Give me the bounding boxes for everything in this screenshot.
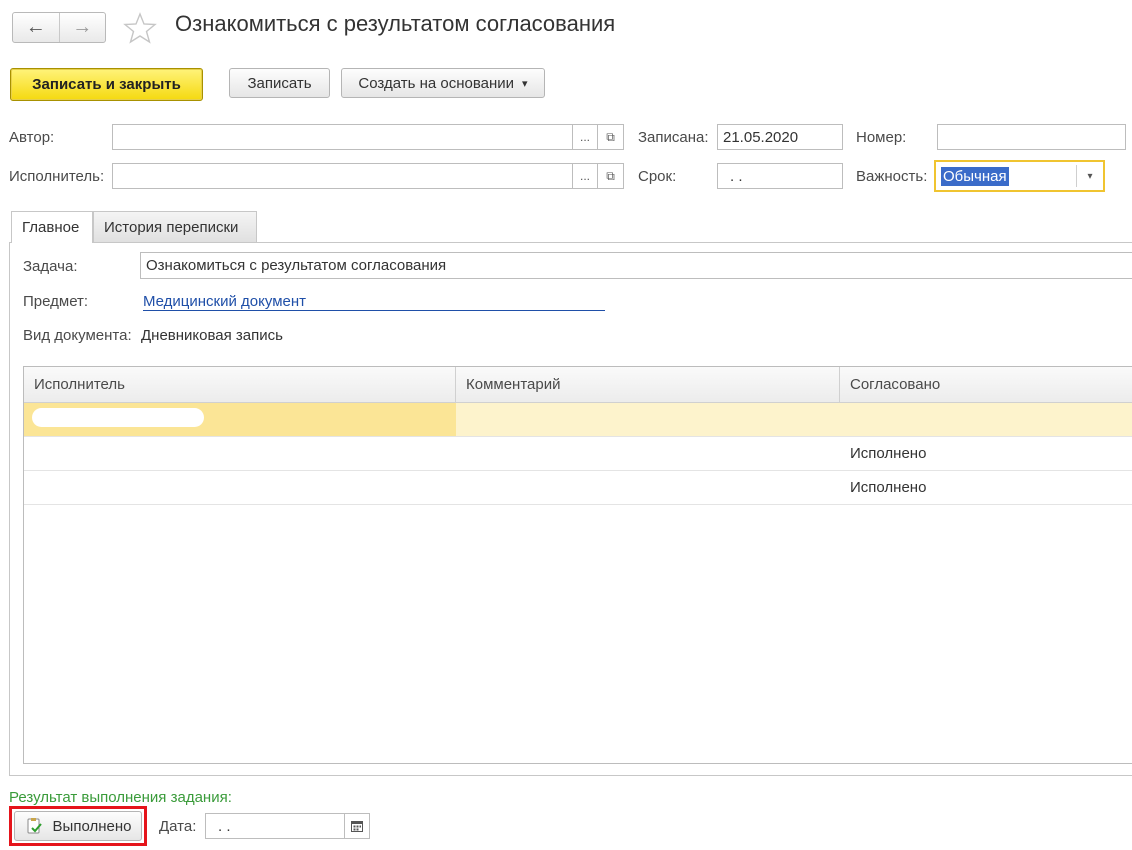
done-button[interactable]: Выполнено	[14, 811, 142, 841]
deadline-label: Срок:	[638, 168, 677, 185]
cell-agreed: Исполнено	[850, 479, 927, 496]
executor-open-icon[interactable]: ⧉	[598, 163, 624, 189]
save-button[interactable]: Записать	[229, 68, 330, 98]
table-row[interactable]: Исполнено	[24, 471, 1132, 505]
recorded-date-field[interactable]: 21.05.2020	[717, 124, 843, 150]
cell-executor	[24, 471, 456, 504]
executor-select-button[interactable]: ...	[572, 163, 598, 189]
cell-executor	[24, 403, 456, 436]
subject-label: Предмет:	[23, 293, 89, 310]
doctype-label: Вид документа:	[23, 327, 132, 344]
author-select-button[interactable]: ...	[572, 124, 598, 150]
subject-link[interactable]: Медицинский документ	[143, 293, 306, 310]
executor-field[interactable]	[112, 163, 573, 189]
column-header-comment[interactable]: Комментарий	[456, 367, 840, 402]
number-field[interactable]	[937, 124, 1126, 150]
deadline-field[interactable]: . .	[717, 163, 843, 189]
arrow-left-icon: ←	[25, 16, 46, 38]
executors-table: Исполнитель Комментарий Согласовано Испо…	[23, 366, 1132, 764]
cell-agreed: Исполнено	[850, 445, 927, 462]
column-header-agreed[interactable]: Согласовано	[840, 367, 1132, 402]
importance-select[interactable]: Обычная ▾	[934, 160, 1105, 192]
cell-comment	[456, 403, 840, 436]
executor-label: Исполнитель:	[9, 168, 105, 185]
page-title: Ознакомиться с результатом согласования	[175, 11, 616, 36]
importance-value: Обычная	[941, 167, 1009, 186]
table-header: Исполнитель Комментарий Согласовано	[24, 367, 1132, 403]
arrow-right-icon: →	[72, 16, 93, 38]
back-button[interactable]: ←	[13, 13, 59, 42]
chevron-down-icon: ▾	[522, 77, 528, 90]
cell-executor	[24, 437, 456, 470]
create-based-on-button[interactable]: Создать на основании ▾	[341, 68, 545, 98]
author-label: Автор:	[9, 129, 55, 146]
doctype-value: Дневниковая запись	[141, 327, 283, 344]
author-field[interactable]	[112, 124, 573, 150]
number-label: Номер:	[856, 129, 907, 146]
task-field[interactable]: Ознакомиться с результатом согласования	[140, 252, 1132, 279]
create-based-on-label: Создать на основании	[358, 74, 515, 92]
save-and-close-button[interactable]: Записать и закрыть	[10, 68, 203, 101]
task-done-icon	[27, 818, 42, 834]
result-label: Результат выполнения задания:	[9, 789, 232, 806]
done-button-label: Выполнено	[52, 817, 132, 835]
nav-button-group: ← →	[12, 12, 106, 43]
redacted-mask	[32, 408, 204, 427]
task-label: Задача:	[23, 258, 78, 275]
cell-agreed	[840, 403, 1132, 436]
date-label: Дата:	[159, 818, 197, 835]
forward-button[interactable]: →	[58, 13, 106, 42]
table-row[interactable]: Исполнено	[24, 437, 1132, 471]
calendar-icon[interactable]	[344, 813, 370, 839]
table-row[interactable]	[24, 403, 1132, 437]
cell-comment	[456, 471, 840, 504]
author-open-icon[interactable]: ⧉	[598, 124, 624, 150]
tab-main[interactable]: Главное	[11, 211, 93, 243]
date-field[interactable]: . .	[205, 813, 345, 839]
column-header-executor[interactable]: Исполнитель	[24, 367, 456, 402]
importance-label: Важность:	[856, 168, 928, 185]
tab-history[interactable]: История переписки	[93, 211, 257, 242]
chevron-down-icon[interactable]: ▾	[1076, 165, 1103, 187]
cell-comment	[456, 437, 840, 470]
favorite-star-icon[interactable]	[123, 11, 157, 45]
calendar-glyph	[351, 821, 363, 832]
recorded-label: Записана:	[638, 129, 709, 146]
